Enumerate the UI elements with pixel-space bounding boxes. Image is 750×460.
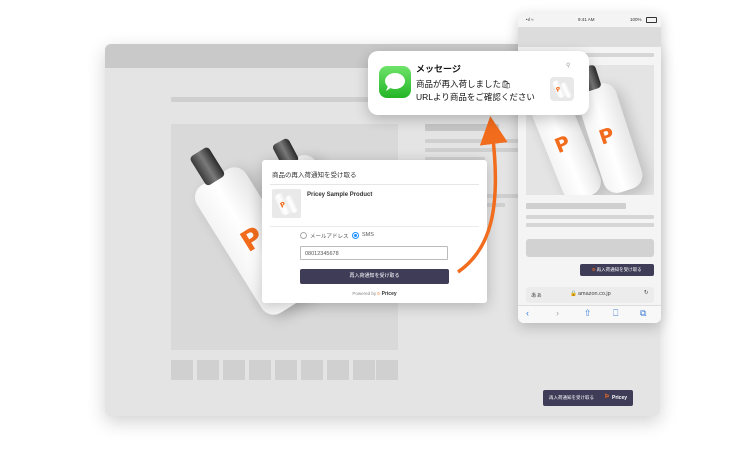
sms-option-label[interactable]: SMS (362, 232, 374, 238)
text-size-button[interactable]: あぁ (531, 291, 542, 299)
powered-brand: Pricey (381, 291, 397, 297)
thumbnail[interactable] (301, 360, 323, 380)
notification-line1: 商品が再入荷しました🛍 (416, 78, 511, 90)
status-bar: •ıl ≈ 9:41 AM 100% (518, 13, 661, 27)
float-button-label: 再入荷通知を受け取る (549, 395, 594, 400)
email-radio[interactable] (300, 232, 307, 239)
notification-app-name: メッセージ (416, 64, 461, 74)
product-name: Pricey Sample Product (307, 192, 373, 198)
bookmarks-icon[interactable]: ⎕ (613, 308, 618, 319)
pricey-logo-icon: Þ (605, 394, 610, 400)
email-option-label[interactable]: メールアドレス (310, 232, 349, 240)
pin-icon: ⚲ (566, 63, 571, 69)
pricey-logo-icon: Þ (592, 267, 596, 272)
restock-float-button[interactable]: 再入荷通知を受け取る Þ Pricey (543, 390, 633, 406)
placeholder-block (526, 239, 654, 257)
reload-icon[interactable]: ↻ (644, 290, 649, 296)
back-icon[interactable]: ‹ (526, 308, 529, 318)
sms-radio[interactable] (352, 232, 359, 239)
thumbnail[interactable] (327, 360, 349, 380)
tabs-icon[interactable]: ⧉ (640, 308, 646, 319)
phone-header-placeholder (518, 27, 661, 47)
phone-restock-label: 再入荷通知を受け取る (596, 267, 642, 272)
thumbnail[interactable] (275, 360, 297, 380)
signal-icon: •ıl ≈ (526, 17, 534, 22)
thumbnail[interactable] (249, 360, 271, 380)
arrow-icon (457, 116, 508, 274)
placeholder-bar (526, 215, 654, 219)
pricey-logo-icon: Þ (377, 291, 381, 296)
thumbnail[interactable] (353, 360, 375, 380)
safari-toolbar: ‹ › ⇧ ⎕ ⧉ (518, 305, 661, 323)
url-text: amazon.co.jp (578, 291, 611, 297)
thumbnail[interactable] (223, 360, 245, 380)
status-battery: 100% (630, 17, 642, 22)
powered-by: Powered by Þ Pricey (262, 291, 487, 297)
notification-line2: URLより商品をご確認ください (416, 92, 535, 102)
address-bar[interactable]: あぁ 🔒 amazon.co.jp ↻ (526, 287, 654, 303)
float-brand: Pricey (612, 395, 628, 401)
share-icon[interactable]: ⇧ (584, 308, 592, 319)
thumbnail[interactable] (197, 360, 219, 380)
restock-submit-button[interactable]: 再入荷通知を受け取る (300, 269, 449, 284)
notification-line1-text: 商品が再入荷しました (416, 79, 502, 89)
placeholder-bar (526, 223, 654, 227)
notification-product-image: P (550, 77, 574, 101)
phone-number-input[interactable]: 08012345678 (300, 246, 448, 260)
thumbnail[interactable] (376, 360, 398, 380)
product-thumbnail: P (272, 189, 301, 218)
messages-app-icon (379, 66, 411, 98)
gift-icon: 🛍 (501, 80, 512, 89)
message-notification[interactable]: メッセージ 商品が再入荷しました🛍 URLより商品をご確認ください ⚲ P (368, 51, 589, 115)
modal-title: 商品の再入荷通知を受け取る (272, 172, 357, 179)
phone-restock-button[interactable]: Þ 再入荷通知を受け取る (580, 264, 654, 276)
thumbnail[interactable] (171, 360, 193, 380)
battery-icon (646, 17, 657, 23)
forward-icon[interactable]: › (556, 308, 559, 318)
status-time: 9:41 AM (578, 17, 595, 22)
placeholder-bar (526, 203, 626, 209)
powered-by-text: Powered by (352, 291, 377, 296)
lock-icon: 🔒 (570, 291, 577, 297)
